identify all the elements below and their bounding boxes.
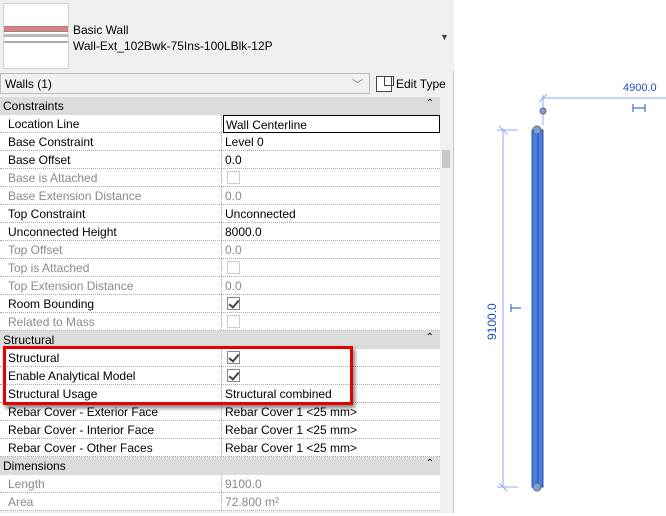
property-value: 0.0	[225, 279, 242, 293]
property-value[interactable]: Level 0	[223, 133, 440, 150]
property-value[interactable]: Rebar Cover 1 <25 mm>	[223, 439, 440, 456]
property-label: Length	[0, 475, 222, 492]
property-row: Rebar Cover - Other Faces Rebar Cover 1 <…	[0, 439, 440, 457]
property-row: Base Extension Distance 0.0	[0, 187, 440, 205]
property-value: 72.800 m²	[225, 495, 280, 509]
property-value[interactable]: Rebar Cover 1 <25 mm>	[223, 403, 440, 420]
property-value: 9100.0	[225, 477, 262, 491]
property-value[interactable]: Unconnected	[223, 205, 440, 222]
property-label: Enable Analytical Model	[0, 367, 222, 384]
group-title: Structural	[3, 333, 55, 347]
collapse-icon[interactable]: ⌃	[426, 458, 434, 469]
group-title: Dimensions	[3, 459, 66, 473]
property-row: Location Line Wall Centerline	[0, 115, 440, 133]
property-row: Unconnected Height 8000.0	[0, 223, 440, 241]
dropdown-arrow-icon[interactable]: ▼	[440, 32, 449, 42]
properties-palette: Basic Wall Wall-Ext_102Bwk-75Ins-100LBlk…	[0, 0, 454, 513]
property-value	[223, 169, 440, 186]
scrollbar-thumb[interactable]	[442, 150, 450, 168]
property-row: Structural	[0, 349, 440, 367]
property-value[interactable]	[223, 349, 440, 366]
wall-end-grip-top	[532, 125, 542, 135]
property-value[interactable]	[223, 295, 440, 312]
property-label: Related to Mass	[0, 313, 222, 330]
property-value[interactable]: Rebar Cover 1 <25 mm>	[223, 421, 440, 438]
property-value[interactable]: Structural combined	[223, 385, 440, 402]
wall-end-grip	[539, 107, 547, 115]
checkbox	[227, 171, 240, 184]
property-label: Base Constraint	[0, 133, 222, 150]
property-label: Top is Attached	[0, 259, 222, 276]
property-label: Base is Attached	[0, 169, 222, 186]
property-row: Top Offset 0.0	[0, 241, 440, 259]
property-label: Rebar Cover - Exterior Face	[0, 403, 222, 420]
chevron-down-icon: ﹀	[352, 79, 363, 91]
property-label: Unconnected Height	[0, 223, 222, 240]
group-header-constraints[interactable]: Constraints ⌃	[0, 97, 440, 115]
group-title: Constraints	[3, 99, 64, 113]
property-row: Top Extension Distance 0.0	[0, 277, 440, 295]
property-label: Structural Usage	[0, 385, 222, 402]
property-label: Top Extension Distance	[0, 277, 222, 294]
properties-grid: Constraints ⌃ Location Line Wall Centerline…	[0, 97, 440, 511]
edit-type-label: Edit Type	[396, 76, 446, 91]
property-value	[223, 313, 440, 330]
property-row: Structural Usage Structural combined	[0, 385, 440, 403]
checkbox[interactable]	[227, 297, 240, 310]
property-row: Related to Mass	[0, 313, 440, 331]
checkbox[interactable]	[227, 369, 240, 382]
property-row: Rebar Cover - Interior Face Rebar Cover 1…	[0, 421, 440, 439]
property-value[interactable]: Wall Centerline	[223, 115, 440, 133]
type-family: Basic Wall	[73, 23, 129, 37]
property-value[interactable]	[223, 367, 440, 384]
property-row: Base is Attached	[0, 169, 440, 187]
property-row: Enable Analytical Model	[0, 367, 440, 385]
property-label: Rebar Cover - Other Faces	[0, 439, 222, 456]
dim-tick-icon	[632, 104, 646, 112]
property-label: Top Constraint	[0, 205, 222, 222]
property-value: 0.0	[225, 189, 242, 203]
checkbox	[227, 315, 240, 328]
property-value: 0.0	[225, 243, 242, 257]
property-row: Base Offset 0.0	[0, 151, 440, 169]
type-name: Wall-Ext_102Bwk-75Ins-100LBlk-12P	[73, 39, 273, 53]
group-header-dimensions[interactable]: Dimensions ⌃	[0, 457, 440, 475]
instance-filter-dropdown[interactable]: Walls (1) ﹀	[0, 73, 370, 94]
flip-control-icon	[510, 304, 521, 312]
dim-horizontal-text: 4900.0	[623, 82, 657, 94]
checkbox	[227, 261, 240, 274]
wall-end-grip-bottom	[532, 482, 542, 492]
edit-type-button[interactable]: Edit Type	[376, 73, 446, 94]
property-value	[223, 259, 440, 276]
property-label: Location Line	[0, 115, 222, 132]
collapse-icon[interactable]: ⌃	[426, 332, 434, 343]
property-label: Rebar Cover - Interior Face	[0, 421, 222, 438]
scrollbar[interactable]	[440, 114, 452, 330]
property-label: Structural	[0, 349, 222, 366]
property-row: Top Constraint Unconnected	[0, 205, 440, 223]
property-row: Top is Attached	[0, 259, 440, 277]
property-row: Area 72.800 m²	[0, 493, 440, 511]
property-row: Length 9100.0	[0, 475, 440, 493]
group-header-structural[interactable]: Structural ⌃	[0, 331, 440, 349]
property-value[interactable]: 8000.0	[223, 223, 440, 240]
checkbox[interactable]	[227, 351, 240, 364]
edit-type-icon	[376, 75, 394, 92]
dim-vertical-text: 9100.0	[485, 303, 499, 340]
property-label: Base Extension Distance	[0, 187, 222, 204]
filter-value: Walls (1)	[5, 77, 52, 91]
drawing-view[interactable]: 4900.0 9100.0	[455, 0, 666, 513]
property-row: Room Bounding	[0, 295, 440, 313]
wall-plan-view: 4900.0 9100.0	[485, 82, 666, 492]
type-selector[interactable]: Basic Wall Wall-Ext_102Bwk-75Ins-100LBlk…	[0, 0, 454, 70]
property-label: Room Bounding	[0, 295, 222, 312]
property-row: Base Constraint Level 0	[0, 133, 440, 151]
property-label: Top Offset	[0, 241, 222, 258]
property-value[interactable]: 0.0	[223, 151, 440, 168]
wall-type-preview	[3, 3, 69, 69]
property-label: Base Offset	[0, 151, 222, 168]
property-row: Rebar Cover - Exterior Face Rebar Cover 1…	[0, 403, 440, 421]
property-label: Area	[0, 493, 222, 510]
collapse-icon[interactable]: ⌃	[426, 98, 434, 109]
